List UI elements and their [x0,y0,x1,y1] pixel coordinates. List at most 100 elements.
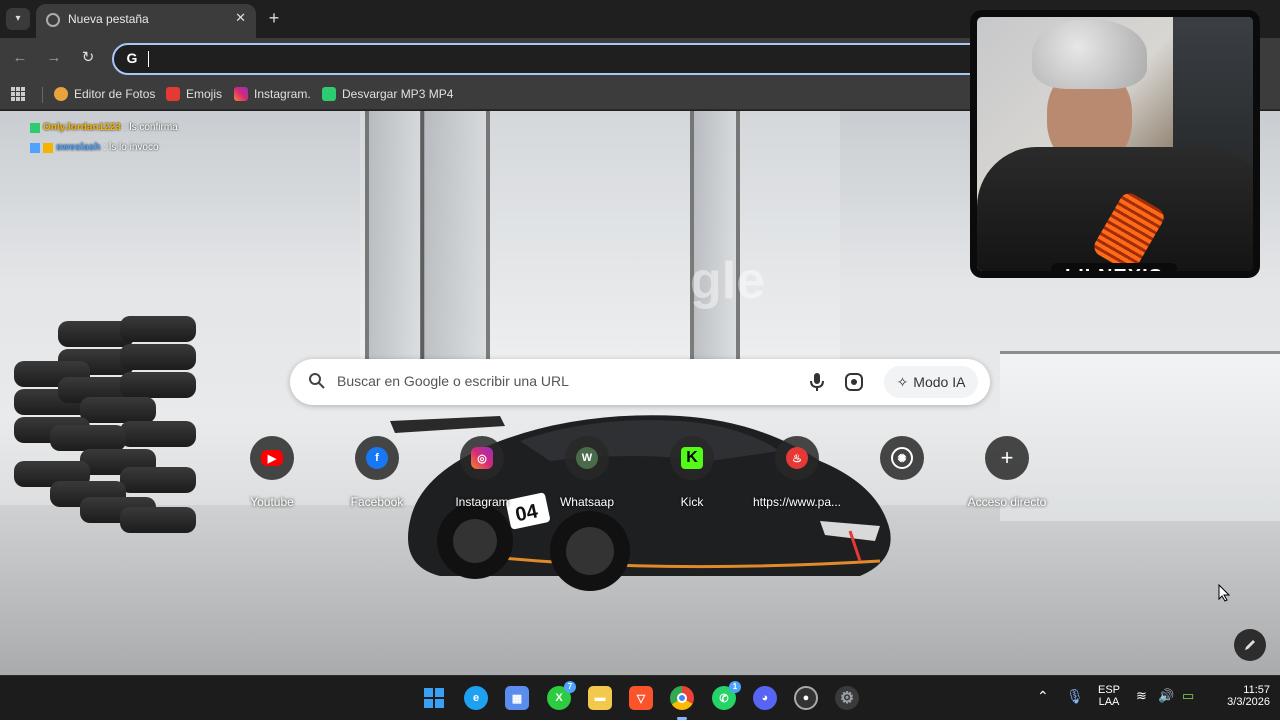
tab-new-tab[interactable]: Nueva pestaña ✕ [36,4,256,38]
plus-icon: + [268,8,280,28]
settings-icon[interactable]: ⚙ [835,686,859,710]
microphone-icon[interactable]: 🎙 [1066,688,1084,705]
chat-user: OnlyJordan1223 [43,122,121,133]
search-placeholder: Buscar en Google o escribir una URL [337,373,569,389]
shortcut-whatsaap[interactable]: W Whatsaap [535,436,639,516]
clock[interactable]: 11:57 3/3/2026 [1210,684,1270,708]
reload-button[interactable]: ↻ [78,48,98,68]
download-icon [322,87,336,101]
webcam-person-hair [1032,19,1147,89]
forward-button[interactable]: → [44,48,64,68]
whatsapp-icon[interactable]: ✆ 1 [712,681,741,710]
clock-date: 3/3/2026 [1227,696,1270,708]
ai-mode-button[interactable]: ✧ Modo IA [884,366,978,398]
tab-title: Nueva pestaña [68,12,149,26]
background-door [690,111,740,361]
shortcut-label: Kick [680,495,704,509]
shortcut-kick[interactable]: K Kick [640,436,744,516]
taskbar: e ▦ X7 ▬ ▽ ✆ 1 ◕ ● ⚙ ⌃ 🎙 ESP LAA ≋ 🔊 ▭ 11… [0,675,1280,720]
chat-user: sweslash [56,142,101,153]
google-g-icon: G [126,50,138,66]
bookmark-editor-de-fotos[interactable]: Editor de Fotos [54,85,155,103]
battery-icon[interactable]: ▭ [1182,688,1194,704]
bookmark-emojis[interactable]: Emojis [166,85,222,103]
omnibox[interactable]: G [112,43,1012,75]
mouse-cursor-icon [1218,584,1230,602]
customize-button[interactable] [1234,629,1266,661]
wifi-icon[interactable]: ≋ [1136,688,1147,704]
folder-icon[interactable]: ▬ [588,686,612,710]
clock-time: 11:57 [1243,684,1270,696]
new-tab-button[interactable]: + [262,6,286,30]
plus-icon: + [1000,445,1014,470]
shortcut-label: Facebook [350,495,404,509]
shortcut-label: Acceso directo [967,495,1047,509]
link-icon: ♨ [786,447,808,469]
close-icon[interactable]: ✕ [235,10,246,26]
lightning-icon [166,87,180,101]
microphone-icon[interactable] [808,371,826,393]
notification-badge: 1 [729,681,741,693]
shortcut-add[interactable]: + Acceso directo [955,436,1059,516]
shortcut-instagram[interactable]: ◎ Instagram [430,436,534,516]
shortcut-youtube[interactable]: ▶ Youtube [220,436,324,516]
instagram-icon [234,87,248,101]
chat-message: sweslash : ls lo invoco [30,142,159,153]
bookmark-desvargar-mp3[interactable]: Desvargar MP3 MP4 [322,85,453,103]
divider [42,87,43,103]
shortcut-chatgpt[interactable]: ✺ [850,436,954,516]
pencil-icon [1245,640,1255,650]
facebook-icon: f [366,447,388,469]
text-caret [148,51,149,67]
chevron-up-icon[interactable]: ⌃ [1037,688,1049,705]
shortcut-label: Whatsaap [559,495,615,509]
shortcut-label: Instagram [455,495,509,509]
apps-grid-icon[interactable] [11,87,25,101]
edge-icon[interactable]: e [464,686,488,710]
shortcut-link[interactable]: ♨ https://www.pa... [745,436,849,516]
background-door [420,111,490,361]
arrow-left-icon: ← [12,49,28,66]
search-icon [309,373,325,389]
xbox-icon[interactable]: X7 [547,681,576,710]
ai-mode-label: Modo IA [913,374,966,390]
chrome-icon[interactable] [670,686,694,710]
tab-search-button[interactable]: ▾ [6,8,30,30]
bookmark-instagram[interactable]: Instagram. [234,85,311,103]
background-door [365,111,425,361]
notification-badge: 7 [564,681,576,693]
screen: ▾ Nueva pestaña ✕ + ← → ↻ G Editor de Fo… [0,0,1280,720]
bookmark-label: Instagram. [254,87,311,101]
obs-icon[interactable]: ● [794,686,818,710]
shortcut-facebook[interactable]: f Facebook [325,436,429,516]
photo-editor-icon [54,87,68,101]
chevron-down-icon: ▾ [15,13,21,24]
chat-text: : ls confirma [123,122,178,133]
google-lens-icon[interactable] [844,372,864,392]
store-icon[interactable]: ▦ [505,686,529,710]
badge-icon [30,142,40,153]
kick-icon: K [681,447,703,469]
back-button[interactable]: ← [10,48,30,68]
tire-stack [0,311,200,541]
chrome-icon [46,13,60,27]
webcam-overlay: LILNEXIS [970,10,1260,278]
bookmark-label: Desvargar MP3 MP4 [342,87,454,101]
streamer-name: LILNEXIS [1051,263,1178,271]
speaker-icon[interactable]: 🔊 [1158,688,1174,704]
discord-icon[interactable]: ◕ [753,686,777,710]
google-search-box[interactable]: Buscar en Google o escribir una URL ✧ Mo… [290,359,990,405]
instagram-icon: ◎ [471,447,493,469]
ai-sparkle-icon: ✧ [896,373,909,390]
youtube-icon: ▶ [261,450,283,466]
arrow-right-icon: → [46,49,62,66]
windows-start-icon[interactable] [422,686,446,710]
google-logo: gle [690,252,766,310]
brave-icon[interactable]: ▽ [629,686,653,710]
chat-message: OnlyJordan1223 : ls confirma [30,122,178,133]
badge-icon [43,142,53,153]
whatsapp-icon: W [576,447,598,469]
shortcut-label: https://www.pa... [752,495,842,509]
language-indicator[interactable]: ESP LAA [1096,684,1122,708]
badge-icon [30,122,40,133]
